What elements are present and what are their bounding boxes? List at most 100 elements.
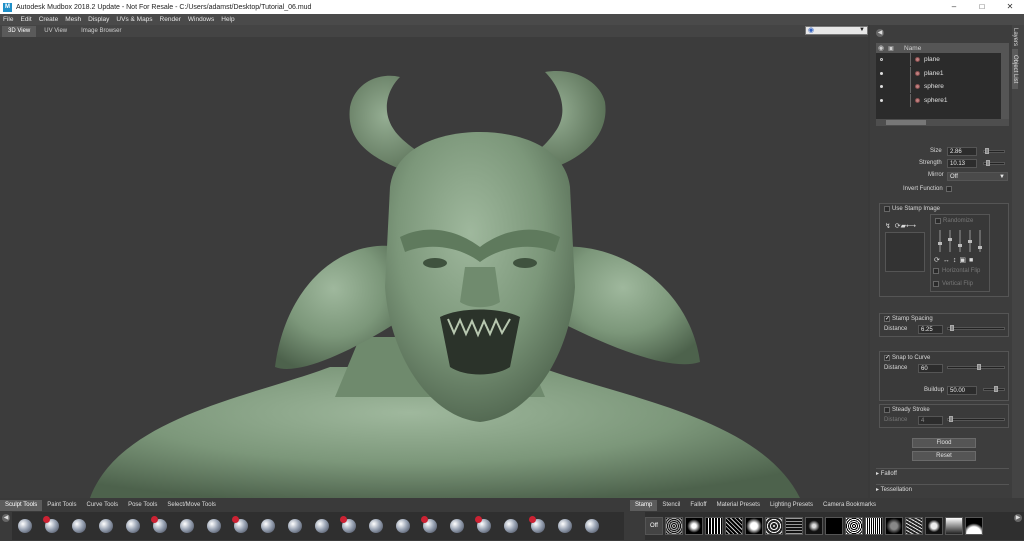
stamp-thumbnail[interactable] (745, 517, 763, 535)
visibility-toggle[interactable] (880, 98, 883, 102)
snap-to-curve-checkbox[interactable]: ✓ (884, 355, 890, 361)
stamp-thumbnail[interactable] (765, 517, 783, 535)
buildup-input[interactable]: 50.00 (947, 386, 977, 395)
menu-mesh[interactable]: Mesh (65, 16, 81, 23)
minimize-button[interactable]: – (940, 0, 968, 14)
stamp-transform-icons[interactable]: ⟳↔↕▣■ (934, 256, 976, 264)
grab-tool-icon[interactable] (66, 513, 93, 540)
erase-tool-icon[interactable] (498, 513, 525, 540)
wax-tool-icon[interactable] (255, 513, 282, 540)
snap-distance-input[interactable]: 60 (918, 364, 943, 373)
vertical-flip-checkbox[interactable] (933, 281, 939, 287)
slider-knob[interactable] (986, 160, 990, 166)
stamp-thumbnail[interactable] (725, 517, 743, 535)
mirror-select[interactable]: Off ▼ (947, 172, 1008, 181)
tab-falloff[interactable]: Falloff (685, 500, 711, 511)
snap-distance-slider[interactable] (947, 364, 1005, 370)
sculpt-tool-icon[interactable] (12, 513, 39, 540)
lock-icon[interactable]: ▣ (886, 45, 896, 52)
panel-collapse-icon[interactable]: ◀ (876, 29, 884, 37)
freeze-tool-icon[interactable] (444, 513, 471, 540)
magnify-tool-icon[interactable] (579, 513, 606, 540)
visibility-toggle[interactable] (880, 71, 883, 75)
fill-tool-icon[interactable] (309, 513, 336, 540)
list-item[interactable]: sphere1 (876, 93, 1001, 108)
size-input[interactable]: 2.86 (947, 147, 977, 156)
stamp-tool-icons[interactable]: ↯ ⟳▰⟷ (885, 222, 916, 230)
stamp-thumbnail[interactable] (705, 517, 723, 535)
steady-distance-input[interactable]: 4 (918, 416, 943, 425)
stamp-thumbnail[interactable] (885, 517, 903, 535)
stamp-sliders[interactable] (934, 228, 989, 254)
scrape-tool-icon[interactable] (282, 513, 309, 540)
eye-icon[interactable]: ◉ (876, 44, 886, 52)
tab-image-browser[interactable]: Image Browser (75, 26, 127, 37)
repeat-tool-icon[interactable] (201, 513, 228, 540)
tray-scroll-left-icon[interactable]: ◀ (2, 514, 10, 522)
menu-file[interactable]: File (3, 16, 13, 23)
menu-render[interactable]: Render (160, 16, 181, 23)
buildup-slider[interactable] (983, 386, 1005, 392)
stamp-thumbnail[interactable] (685, 517, 703, 535)
menu-help[interactable]: Help (221, 16, 234, 23)
stamp-thumbnail[interactable] (805, 517, 823, 535)
tab-uv-view[interactable]: UV View (38, 26, 73, 37)
amplify-tool-icon[interactable] (417, 513, 444, 540)
visibility-toggle[interactable] (880, 58, 883, 62)
smooth-tool-icon[interactable] (39, 513, 66, 540)
flatten-tool-icon[interactable] (120, 513, 147, 540)
contrast-tool-icon[interactable] (525, 513, 552, 540)
tab-pose-tools[interactable]: Pose Tools (123, 500, 162, 511)
tab-select-move-tools[interactable]: Select/Move Tools (162, 500, 221, 511)
smear-tool-icon[interactable] (363, 513, 390, 540)
tab-3d-view[interactable]: 3D View (2, 26, 37, 37)
relax-tool-icon[interactable] (552, 513, 579, 540)
stamp-scroll-right-icon[interactable]: ▶ (1014, 514, 1022, 522)
stamp-thumbnail[interactable] (825, 517, 843, 535)
size-slider[interactable] (983, 148, 1005, 154)
stamp-off[interactable]: Off (645, 517, 663, 535)
visibility-toggle[interactable] (880, 85, 883, 89)
outliner-name-column[interactable]: Name (904, 45, 921, 52)
tab-material-presets[interactable]: Material Presets (712, 500, 765, 511)
outliner-vertical-scrollbar[interactable] (1001, 43, 1009, 119)
tab-object-list[interactable]: Object List (1012, 49, 1018, 89)
slider-knob[interactable] (977, 364, 981, 370)
reset-button[interactable]: Reset (912, 451, 976, 461)
tab-sculpt-tools[interactable]: Sculpt Tools (0, 500, 43, 511)
tab-layers[interactable]: Layers (1012, 25, 1018, 49)
3d-viewport[interactable] (0, 37, 868, 498)
tab-lighting-presets[interactable]: Lighting Presets (765, 500, 818, 511)
stamp-distance-slider[interactable] (947, 325, 1005, 331)
close-button[interactable]: ✕ (996, 0, 1024, 14)
imprint-tool-icon[interactable] (228, 513, 255, 540)
menu-uvs-maps[interactable]: UVs & Maps (116, 16, 152, 23)
stamp-thumbnail[interactable] (965, 517, 983, 535)
spray-tool-icon[interactable] (174, 513, 201, 540)
bulge-tool-icon[interactable] (390, 513, 417, 540)
randomize-checkbox[interactable] (935, 218, 941, 224)
stamp-thumbnail[interactable] (905, 517, 923, 535)
slider-knob[interactable] (994, 386, 998, 392)
stamp-spacing-checkbox[interactable]: ✓ (884, 316, 890, 322)
stamp-thumbnail[interactable] (845, 517, 863, 535)
horizontal-flip-checkbox[interactable] (933, 268, 939, 274)
foamy-tool-icon[interactable] (147, 513, 174, 540)
steady-distance-slider[interactable] (947, 416, 1005, 422)
stamp-thumbnail[interactable] (945, 517, 963, 535)
tab-stencil[interactable]: Stencil (657, 500, 685, 511)
stamp-distance-input[interactable]: 6.25 (918, 325, 943, 334)
stamp-thumbnail[interactable] (865, 517, 883, 535)
tab-stamp[interactable]: Stamp (630, 500, 658, 511)
list-item[interactable]: sphere (876, 80, 1001, 94)
camera-dropdown[interactable]: ◉ ▼ (805, 26, 868, 35)
maximize-button[interactable]: □ (968, 0, 996, 14)
menu-windows[interactable]: Windows (188, 16, 214, 23)
stamp-thumbnail[interactable] (785, 517, 803, 535)
strength-input[interactable]: 10.13 (947, 159, 977, 168)
slider-knob[interactable] (985, 148, 989, 154)
knife-tool-icon[interactable] (336, 513, 363, 540)
falloff-section-header[interactable]: ▸ Falloff (876, 468, 1009, 479)
use-stamp-image-checkbox[interactable] (884, 206, 890, 212)
menu-display[interactable]: Display (88, 16, 109, 23)
